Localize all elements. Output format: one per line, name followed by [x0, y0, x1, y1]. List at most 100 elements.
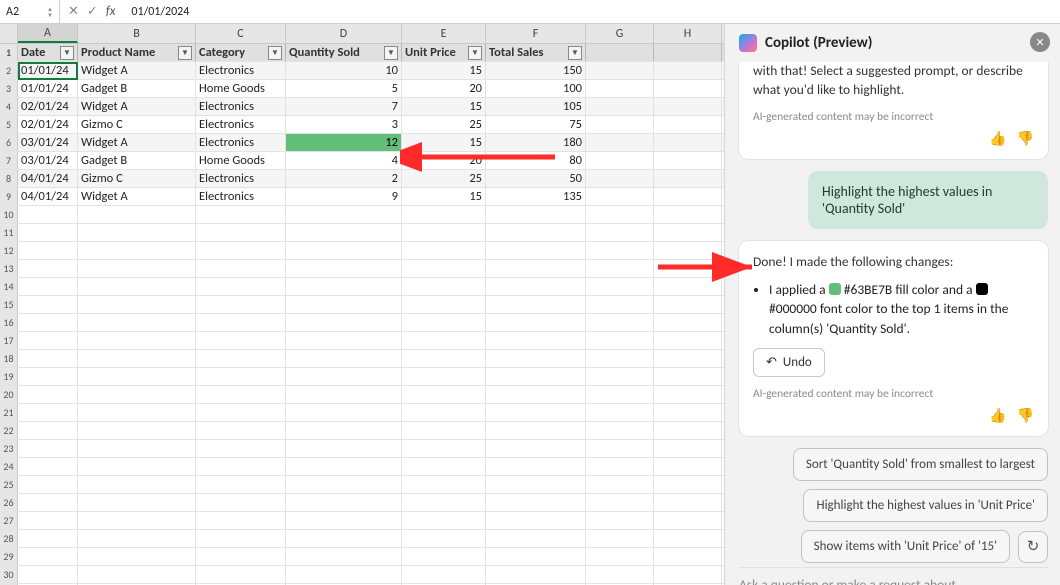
row-header[interactable]: 19 [0, 368, 18, 385]
cell[interactable] [196, 206, 286, 223]
cell[interactable]: Total Sales▼ [486, 44, 586, 61]
cell[interactable] [402, 422, 486, 439]
cell[interactable]: 03/01/24 [18, 134, 78, 151]
cell[interactable] [586, 476, 654, 493]
cell[interactable] [196, 548, 286, 565]
cell[interactable] [486, 350, 586, 367]
cell[interactable]: Electronics [196, 98, 286, 115]
cell[interactable] [286, 512, 402, 529]
cell[interactable]: 150 [486, 62, 586, 79]
cell[interactable] [78, 368, 196, 385]
cell[interactable]: 20 [402, 80, 486, 97]
cell[interactable] [486, 476, 586, 493]
cell[interactable] [78, 350, 196, 367]
suggestion-pill[interactable]: Highlight the highest values in 'Unit Pr… [803, 489, 1048, 522]
row-header[interactable]: 7 [0, 152, 18, 169]
cell[interactable] [654, 260, 722, 277]
ask-input[interactable]: Ask a question or make a request about [739, 567, 1048, 585]
cell[interactable] [586, 116, 654, 133]
cell[interactable] [78, 530, 196, 547]
cell[interactable] [402, 548, 486, 565]
cell[interactable] [586, 422, 654, 439]
cell[interactable]: Gadget B [78, 80, 196, 97]
row-header[interactable]: 26 [0, 494, 18, 511]
cell[interactable] [286, 350, 402, 367]
row-header[interactable]: 12 [0, 242, 18, 259]
cell[interactable] [78, 314, 196, 331]
cell[interactable] [18, 242, 78, 259]
cell[interactable] [18, 332, 78, 349]
row-header[interactable]: 13 [0, 260, 18, 277]
cell[interactable] [654, 530, 722, 547]
cell[interactable] [486, 404, 586, 421]
cell[interactable]: 135 [486, 188, 586, 205]
row-header[interactable]: 6 [0, 134, 18, 151]
fx-icon[interactable]: fx [106, 4, 116, 19]
close-icon[interactable]: ✕ [1030, 32, 1050, 52]
cell[interactable] [196, 512, 286, 529]
cell[interactable]: 02/01/24 [18, 98, 78, 115]
cell[interactable] [586, 98, 654, 115]
cell[interactable]: 15 [402, 134, 486, 151]
cell[interactable] [586, 440, 654, 457]
row-header[interactable]: 8 [0, 170, 18, 187]
cell[interactable] [654, 332, 722, 349]
cell[interactable]: Unit Price▼ [402, 44, 486, 61]
cell[interactable] [402, 278, 486, 295]
cell[interactable] [486, 314, 586, 331]
row-header[interactable]: 2 [0, 62, 18, 79]
cell[interactable] [196, 530, 286, 547]
cell[interactable] [486, 278, 586, 295]
cell[interactable] [18, 548, 78, 565]
cell[interactable] [654, 476, 722, 493]
cell[interactable]: Quantity Sold▼ [286, 44, 402, 61]
cell[interactable] [486, 332, 586, 349]
cell[interactable] [402, 260, 486, 277]
cell[interactable] [486, 566, 586, 583]
cell[interactable] [286, 494, 402, 511]
cell[interactable] [18, 422, 78, 439]
row-header[interactable]: 29 [0, 548, 18, 565]
cell[interactable] [486, 458, 586, 475]
cell[interactable] [654, 188, 722, 205]
cell[interactable]: 180 [486, 134, 586, 151]
cell[interactable] [286, 386, 402, 403]
cell[interactable] [486, 242, 586, 259]
cell[interactable] [486, 512, 586, 529]
cell[interactable] [196, 296, 286, 313]
cell[interactable] [196, 314, 286, 331]
cell[interactable] [286, 404, 402, 421]
spreadsheet-grid[interactable]: A B C D E F G H 1Date▼Product Name▼Categ… [0, 24, 724, 585]
cell[interactable] [196, 404, 286, 421]
cell[interactable] [654, 422, 722, 439]
cell[interactable] [654, 494, 722, 511]
cell[interactable]: 4 [286, 152, 402, 169]
cell[interactable]: Gadget B [78, 152, 196, 169]
cell[interactable] [402, 476, 486, 493]
cell[interactable]: 5 [286, 80, 402, 97]
cell[interactable]: Widget A [78, 134, 196, 151]
cell[interactable] [18, 386, 78, 403]
cell[interactable] [78, 494, 196, 511]
cell[interactable] [486, 296, 586, 313]
cell[interactable] [18, 404, 78, 421]
cell[interactable] [78, 566, 196, 583]
cell[interactable] [654, 242, 722, 259]
cell[interactable] [654, 368, 722, 385]
cell[interactable]: 03/01/24 [18, 152, 78, 169]
cell[interactable] [402, 224, 486, 241]
row-header[interactable]: 4 [0, 98, 18, 115]
cell[interactable] [18, 458, 78, 475]
cell[interactable]: Gizmo C [78, 170, 196, 187]
cell[interactable] [586, 530, 654, 547]
cell[interactable] [286, 422, 402, 439]
name-box-stepper[interactable]: ▲ ▼ [47, 6, 53, 18]
cell[interactable] [78, 440, 196, 457]
row-header[interactable]: 9 [0, 188, 18, 205]
cell[interactable]: Electronics [196, 134, 286, 151]
cell[interactable]: 10 [286, 62, 402, 79]
cell[interactable]: 3 [286, 116, 402, 133]
cell[interactable] [586, 170, 654, 187]
cell[interactable] [586, 566, 654, 583]
cell[interactable] [286, 242, 402, 259]
